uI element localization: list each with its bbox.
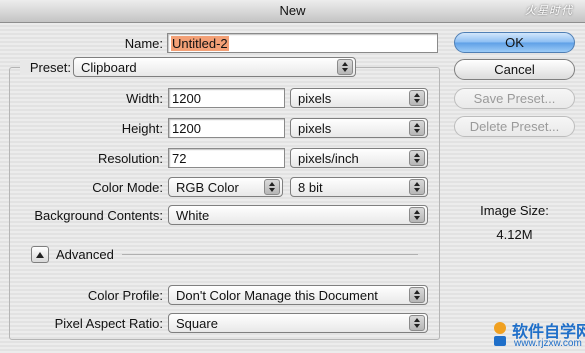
color-profile-label: Color Profile: — [87, 288, 163, 303]
color-profile-value: Don't Color Manage this Document — [176, 288, 378, 303]
color-mode-value: RGB Color — [176, 180, 239, 195]
preset-value: Clipboard — [81, 60, 137, 75]
name-label: Name: — [124, 36, 163, 51]
pixel-aspect-label: Pixel Aspect Ratio: — [54, 316, 163, 331]
background-label: Background Contents: — [34, 208, 163, 223]
save-preset-button[interactable]: Save Preset... — [454, 88, 575, 109]
bit-depth-value: 8 bit — [298, 180, 323, 195]
resolution-unit-value: pixels/inch — [298, 151, 359, 166]
image-size-value: 4.12M — [496, 227, 533, 242]
height-unit-select[interactable]: pixels — [290, 118, 428, 138]
resolution-unit-select[interactable]: pixels/inch — [290, 148, 428, 168]
advanced-divider — [122, 254, 418, 255]
height-field[interactable]: 1200 — [168, 118, 285, 138]
updown-arrows-icon — [409, 315, 425, 331]
ok-button[interactable]: OK — [454, 32, 575, 53]
disclosure-triangle-icon — [36, 251, 44, 258]
updown-arrows-icon — [337, 59, 353, 75]
color-mode-select[interactable]: RGB Color — [168, 177, 283, 197]
advanced-label: Advanced — [56, 247, 114, 262]
height-unit-value: pixels — [298, 121, 332, 136]
resolution-field[interactable]: 72 — [168, 148, 285, 168]
color-mode-label: Color Mode: — [92, 180, 163, 195]
preset-select[interactable]: Clipboard — [73, 57, 356, 77]
watermark-logo-bottom: 软件自学网 www.rjzxw.com — [490, 318, 585, 353]
width-label: Width: — [126, 91, 163, 106]
width-unit-value: pixels — [298, 91, 332, 106]
title-bar: New 火星时代 — [0, 0, 585, 23]
image-size-label: Image Size: — [480, 203, 549, 218]
name-field[interactable]: Untitled-2 — [167, 33, 438, 53]
bit-depth-select[interactable]: 8 bit — [290, 177, 428, 197]
watermark-emblem-icon — [494, 322, 506, 346]
background-select[interactable]: White — [168, 205, 428, 225]
watermark-logo-top: 火星时代 — [525, 5, 573, 17]
color-profile-select[interactable]: Don't Color Manage this Document — [168, 285, 428, 305]
updown-arrows-icon — [409, 287, 425, 303]
updown-arrows-icon — [409, 207, 425, 223]
background-value: White — [176, 208, 210, 223]
preset-label: Preset: — [20, 60, 74, 75]
watermark-url: www.rjzxw.com — [514, 338, 582, 349]
cancel-button[interactable]: Cancel — [454, 59, 575, 80]
width-unit-select[interactable]: pixels — [290, 88, 428, 108]
updown-arrows-icon — [409, 150, 425, 166]
delete-preset-button[interactable]: Delete Preset... — [454, 116, 575, 137]
window-title: New — [279, 3, 306, 18]
pixel-aspect-value: Square — [176, 316, 218, 331]
height-label: Height: — [121, 121, 163, 136]
updown-arrows-icon — [409, 90, 425, 106]
width-field[interactable]: 1200 — [168, 88, 285, 108]
updown-arrows-icon — [409, 120, 425, 136]
resolution-label: Resolution: — [97, 151, 163, 166]
name-field-value: Untitled-2 — [171, 36, 229, 51]
updown-arrows-icon — [409, 179, 425, 195]
advanced-disclosure-button[interactable] — [31, 246, 49, 263]
updown-arrows-icon — [264, 179, 280, 195]
pixel-aspect-select[interactable]: Square — [168, 313, 428, 333]
